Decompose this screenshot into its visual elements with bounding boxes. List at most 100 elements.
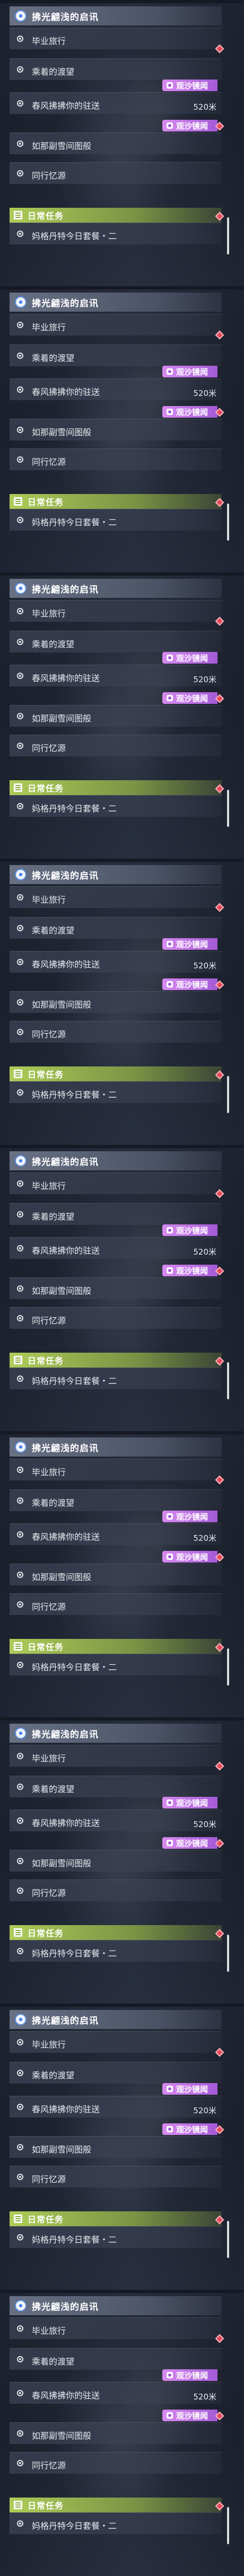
scrollbar-thumb[interactable] [227, 504, 229, 541]
daily-section-header[interactable]: 日常任务 [10, 1925, 222, 1940]
quest-row-2[interactable]: 乘着的渡望 [10, 1776, 222, 1797]
quest-header[interactable]: 拂光翩浅的启讯 [10, 865, 222, 884]
quest-row-1[interactable]: 毕业旅行 [10, 28, 222, 49]
daily-section-header[interactable]: 日常任务 [10, 208, 222, 223]
quest-header[interactable]: 拂光翩浅的启讯 [10, 2010, 222, 2029]
quest-row-2[interactable]: 乘着的渡望 [10, 2348, 222, 2370]
quest-row-4[interactable]: 如那副雪间图般 [10, 1850, 222, 1872]
quest-distance: 520米 [193, 1533, 216, 1543]
daily-quest-row[interactable]: 妈格丹特今日套餐・二 [10, 509, 222, 531]
quest-row-2[interactable]: 乘着的渡望 [10, 631, 222, 652]
quest-row-1[interactable]: 毕业旅行 [10, 1745, 222, 1767]
quest-header[interactable]: 拂光翩浅的启讯 [10, 1437, 222, 1457]
daily-quest-row[interactable]: 妈格丹特今日套餐・二 [10, 1081, 222, 1103]
camera-tag-icon [167, 1267, 173, 1274]
quest-tag: 观沙镜闻 [162, 692, 217, 704]
quest-row-2[interactable]: 乘着的渡望 [10, 917, 222, 939]
scrollbar-thumb[interactable] [227, 2221, 229, 2258]
quest-row-5[interactable]: 同行忆源 [10, 162, 222, 184]
daily-quest-row[interactable]: 妈格丹特今日套餐・二 [10, 2226, 222, 2248]
quest-row-2[interactable]: 乘着的渡望 [10, 345, 222, 366]
quest-row-3[interactable]: 春风拂拂你的驻送 520米 [10, 2382, 222, 2404]
quest-row-4[interactable]: 如那副雪间图般 [10, 2422, 222, 2444]
daily-section-header[interactable]: 日常任务 [10, 2498, 222, 2512]
scrollbar-thumb[interactable] [227, 790, 229, 827]
quest-distance: 520米 [193, 1820, 216, 1829]
quest-header[interactable]: 拂光翩浅的启讯 [10, 293, 222, 312]
quest-row-3[interactable]: 春风拂拂你的驻送 520米 [10, 951, 222, 973]
ring-bullet-icon [17, 743, 23, 749]
scrollbar-thumb[interactable] [227, 1935, 229, 1972]
quest-row-3[interactable]: 春风拂拂你的驻送 520米 [10, 1237, 222, 1259]
quest-row-1[interactable]: 毕业旅行 [10, 886, 222, 908]
daily-list-icon [14, 211, 22, 219]
quest-row-3[interactable]: 春风拂拂你的驻送 520米 [10, 2096, 222, 2118]
quest-row-5[interactable]: 同行忆源 [10, 1307, 222, 1329]
quest-row-4[interactable]: 如那副雪间图般 [10, 2136, 222, 2158]
quest-row-4[interactable]: 如那副雪间图般 [10, 1564, 222, 1585]
daily-section-title: 日常任务 [28, 1070, 64, 1080]
daily-section-header[interactable]: 日常任务 [10, 1066, 222, 1081]
scrollbar-thumb[interactable] [227, 1648, 229, 1686]
quest-header[interactable]: 拂光翩浅的启讯 [10, 6, 222, 25]
quest-header[interactable]: 拂光翩浅的启讯 [10, 2296, 222, 2315]
daily-quest-row[interactable]: 妈格丹特今日套餐・二 [10, 1654, 222, 1675]
ring-bullet-icon [17, 1467, 23, 1473]
quest-row-3[interactable]: 春风拂拂你的驻送 520米 [10, 92, 222, 114]
quest-row-4[interactable]: 如那副雪间图般 [10, 419, 222, 440]
daily-section-header[interactable]: 日常任务 [10, 494, 222, 509]
quest-row-3[interactable]: 春风拂拂你的驻送 520米 [10, 378, 222, 400]
quest-row-3[interactable]: 春风拂拂你的驻送 520米 [10, 1810, 222, 1831]
scrollbar-thumb[interactable] [227, 1362, 229, 1399]
scrollbar-thumb[interactable] [227, 2507, 229, 2544]
quest-row-5[interactable]: 同行忆源 [10, 2452, 222, 2474]
quest-row-2[interactable]: 乘着的渡望 [10, 58, 222, 80]
ring-bullet-icon [17, 427, 23, 433]
quest-row-5[interactable]: 同行忆源 [10, 1021, 222, 1043]
daily-quest-row[interactable]: 妈格丹特今日套餐・二 [10, 1368, 222, 1389]
quest-header[interactable]: 拂光翩浅的启讯 [10, 1151, 222, 1170]
daily-quest-row[interactable]: 妈格丹特今日套餐・二 [10, 795, 222, 817]
quest-row-2[interactable]: 乘着的渡望 [10, 1203, 222, 1225]
quest-row-5[interactable]: 同行忆源 [10, 1593, 222, 1615]
quest-tag-label: 观沙镜闻 [176, 407, 208, 417]
quest-row-5[interactable]: 同行忆源 [10, 1880, 222, 1901]
daily-quest-row[interactable]: 妈格丹特今日套餐・二 [10, 223, 222, 244]
quest-row-1[interactable]: 毕业旅行 [10, 314, 222, 336]
daily-section-header[interactable]: 日常任务 [10, 2211, 222, 2226]
daily-section-header[interactable]: 日常任务 [10, 1639, 222, 1654]
quest-row-4[interactable]: 如那副雪间图般 [10, 705, 222, 727]
quest-row-3[interactable]: 春风拂拂你的驻送 520米 [10, 665, 222, 686]
quest-row-2[interactable]: 乘着的渡望 [10, 1489, 222, 1511]
quest-label: 乘着的渡望 [32, 639, 75, 649]
quest-label: 乘着的渡望 [32, 353, 75, 363]
quest-row-5[interactable]: 同行忆源 [10, 735, 222, 756]
quest-label: 乘着的渡望 [32, 1784, 75, 1794]
scrollbar-thumb[interactable] [227, 1076, 229, 1113]
quest-row-1[interactable]: 毕业旅行 [10, 1459, 222, 1480]
quest-header[interactable]: 拂光翩浅的启讯 [10, 1724, 222, 1743]
quest-row-2[interactable]: 乘着的渡望 [10, 2062, 222, 2084]
daily-quest-row[interactable]: 妈格丹特今日套餐・二 [10, 2512, 222, 2534]
quest-row-4[interactable]: 如那副雪间图般 [10, 1277, 222, 1299]
daily-section-header[interactable]: 日常任务 [10, 1353, 222, 1368]
quest-row-4[interactable]: 如那副雪间图般 [10, 991, 222, 1013]
daily-quest-row[interactable]: 妈格丹特今日套餐・二 [10, 1940, 222, 1962]
quest-tag: 观沙镜闻 [162, 406, 217, 418]
quest-row-5[interactable]: 同行忆源 [10, 448, 222, 470]
quest-tag-label: 观沙镜闻 [176, 367, 208, 377]
quest-row-4[interactable]: 如那副雪间图般 [10, 133, 222, 154]
quest-row-1[interactable]: 毕业旅行 [10, 2317, 222, 2339]
quest-row-1[interactable]: 毕业旅行 [10, 1172, 222, 1194]
quest-row-1[interactable]: 毕业旅行 [10, 600, 222, 622]
daily-section-title: 日常任务 [28, 1928, 64, 1938]
camera-tag-icon [167, 981, 173, 987]
quest-tag: 观沙镜闻 [162, 978, 217, 990]
quest-row-5[interactable]: 同行忆源 [10, 2166, 222, 2187]
screenshot-stage: 拂光翩浅的启讯 毕业旅行 乘着的渡望 观沙镜闻 春风拂拂你的驻送 520米 观沙… [0, 0, 244, 2576]
quest-row-3[interactable]: 春风拂拂你的驻送 520米 [10, 1523, 222, 1545]
quest-header[interactable]: 拂光翩浅的启讯 [10, 579, 222, 598]
scrollbar-thumb[interactable] [227, 217, 229, 254]
daily-section-header[interactable]: 日常任务 [10, 780, 222, 795]
quest-row-1[interactable]: 毕业旅行 [10, 2031, 222, 2053]
